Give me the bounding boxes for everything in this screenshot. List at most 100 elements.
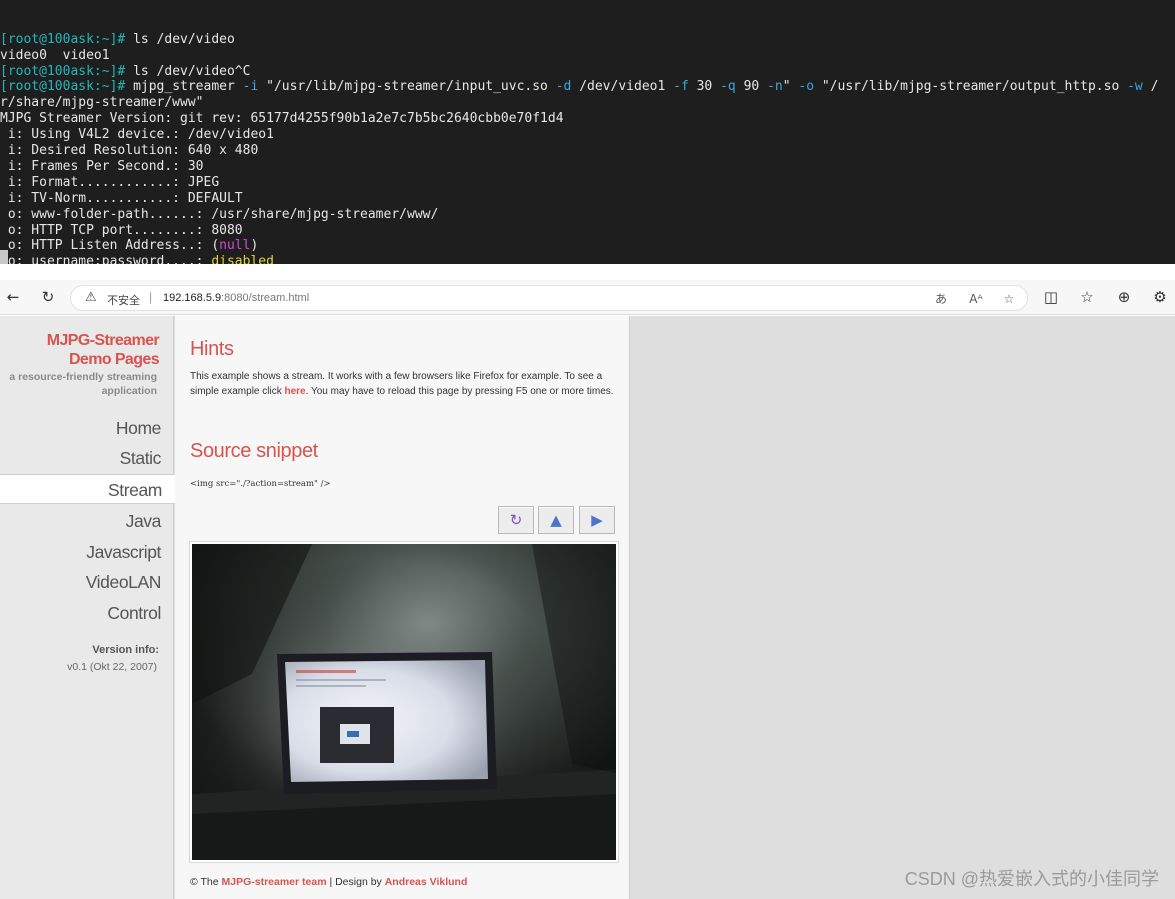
hints-heading: Hints bbox=[190, 338, 234, 360]
version-label: Version info: bbox=[92, 644, 159, 656]
page-footer: © The MJPG-streamer team | Design by And… bbox=[190, 876, 467, 888]
terminal-text: MJPG Streamer Version: git rev: 65177d42… bbox=[0, 111, 564, 127]
terminal-text: -q bbox=[720, 79, 744, 95]
here-link[interactable]: here bbox=[284, 386, 305, 397]
nav-stream[interactable]: Stream bbox=[0, 474, 175, 504]
terminal-text: -w bbox=[1127, 79, 1151, 95]
brand-title-line1: MJPG-Streamer bbox=[46, 332, 160, 349]
terminal-text: -o bbox=[798, 79, 822, 95]
source-snippet-code: <img src="./?action=stream" /> bbox=[190, 479, 331, 489]
url-path: :8080/stream.html bbox=[221, 292, 310, 304]
brand-title-line2: Demo Pages bbox=[68, 351, 160, 368]
terminal-line: [root@100ask:~]# ls /dev/video bbox=[0, 32, 1175, 48]
warning-icon[interactable]: ⚠ bbox=[85, 290, 101, 306]
terminal-line: r/share/mjpg-streamer/www" bbox=[0, 95, 1175, 111]
translate-icon[interactable]: あ bbox=[931, 289, 951, 309]
terminal-text: " bbox=[782, 79, 799, 95]
flip-vertical-button[interactable]: ▲ bbox=[538, 506, 574, 534]
address-separator: | bbox=[149, 290, 153, 304]
terminal-text: -i bbox=[242, 79, 267, 95]
terminal-line: o: HTTP Listen Address..: (null) bbox=[0, 238, 1175, 254]
favorites-icon[interactable]: ☆ bbox=[1077, 287, 1097, 307]
terminal-line: i: Format............: JPEG bbox=[0, 175, 1175, 191]
terminal-text: ) bbox=[250, 238, 259, 254]
terminal-text: 90 bbox=[743, 79, 768, 95]
terminal-text: / bbox=[1150, 79, 1159, 95]
terminal-line: i: Desired Resolution: 640 x 480 bbox=[0, 143, 1175, 159]
split-screen-icon[interactable]: ◫ bbox=[1041, 287, 1061, 307]
terminal-text: disabled bbox=[211, 254, 274, 264]
favorite-star-icon[interactable]: ☆ bbox=[999, 289, 1019, 309]
terminal-text: "/usr/lib/mjpg-streamer/output_http.so bbox=[821, 79, 1128, 95]
hints-text-2: . You may have to reload this page by pr… bbox=[305, 386, 614, 398]
terminal-text: ls /dev/video^C bbox=[133, 63, 251, 79]
terminal-text: 30 bbox=[696, 79, 721, 95]
terminal-text: o: HTTP Listen Address..: ( bbox=[0, 238, 220, 254]
address-bar[interactable]: ⚠ 不安全 | 192.168.5.9:8080/stream.html あ A… bbox=[70, 285, 1028, 311]
terminal-text: i: TV-Norm...........: DEFAULT bbox=[0, 190, 243, 206]
terminal-text: o: username:password....: bbox=[0, 254, 212, 264]
hints-paragraph: This example shows a stream. It works wi… bbox=[190, 369, 620, 400]
nav-javascript[interactable]: Javascript bbox=[0, 537, 174, 567]
terminal-line: MJPG Streamer Version: git rev: 65177d42… bbox=[0, 111, 1175, 127]
footer-mid: | Design by bbox=[326, 876, 385, 888]
terminal-text: o: HTTP TCP port........: 8080 bbox=[0, 222, 243, 238]
terminal-text: o: www-folder-path......: /usr/share/mjp… bbox=[0, 206, 439, 222]
footer-team-link[interactable]: MJPG-streamer team bbox=[221, 876, 326, 888]
terminal-text: i: Frames Per Second.: 30 bbox=[0, 158, 204, 174]
camera-frame-image bbox=[192, 544, 616, 860]
terminal-line: o: HTTP TCP port........: 8080 bbox=[0, 223, 1175, 239]
main-content: Hints This example shows a stream. It wo… bbox=[175, 316, 630, 899]
terminal-line: o: username:password....: disabled bbox=[0, 254, 1175, 264]
footer-prefix: © The bbox=[190, 876, 222, 888]
nav-java[interactable]: Java bbox=[0, 506, 174, 536]
flip-vertical-icon: ▲ bbox=[550, 511, 562, 529]
nav-videolan[interactable]: VideoLAN bbox=[0, 567, 174, 597]
terminal-text: -f bbox=[673, 79, 697, 95]
url-host: 192.168.5.9 bbox=[163, 292, 222, 304]
terminal-line: i: Frames Per Second.: 30 bbox=[0, 159, 1175, 175]
terminal-line: video0 video1 bbox=[0, 48, 1175, 64]
insecure-label[interactable]: 不安全 bbox=[107, 292, 140, 308]
terminal-text: [root@100ask:~]# bbox=[0, 63, 134, 79]
flip-horizontal-button[interactable]: ▶ bbox=[579, 506, 615, 534]
terminal-text: ls /dev/video bbox=[133, 31, 235, 47]
brand-tagline: a resource-friendly streaming applicatio… bbox=[9, 371, 157, 397]
terminal-text: video0 video1 bbox=[0, 47, 110, 63]
terminal-line: i: TV-Norm...........: DEFAULT bbox=[0, 191, 1175, 207]
terminal-text: [root@100ask:~]# bbox=[0, 31, 134, 47]
watermark-text: CSDN @热爱嵌入式的小佳同学 bbox=[904, 869, 1159, 889]
url-text[interactable]: 192.168.5.9:8080/stream.html bbox=[163, 292, 309, 304]
terminal-output: [root@100ask:~]# ls /dev/video video0 vid… bbox=[0, 32, 1175, 264]
terminal-window[interactable]: [root@100ask:~]# ls /dev/video video0 vid… bbox=[0, 0, 1175, 264]
terminal-line: i: Using V4L2 device.: /dev/video1 bbox=[0, 127, 1175, 143]
collections-icon[interactable]: ⊕ bbox=[1114, 287, 1134, 307]
terminal-text: i: Format............: JPEG bbox=[0, 174, 220, 190]
browser-toolbar: ← ↻ ⚠ 不安全 | 192.168.5.9:8080/stream.html… bbox=[0, 280, 1175, 315]
terminal-text: -d bbox=[555, 79, 580, 95]
web-page: MJPG-Streamer Demo Pages a resource-frie… bbox=[0, 316, 1175, 899]
version-value: v0.1 (Okt 22, 2007) bbox=[67, 661, 157, 673]
nav-control[interactable]: Control bbox=[0, 598, 174, 628]
footer-author-link[interactable]: Andreas Viklund bbox=[385, 876, 468, 888]
flip-horizontal-icon: ▶ bbox=[591, 511, 603, 529]
terminal-text: "/usr/lib/mjpg-streamer/input_uvc.so bbox=[266, 79, 556, 95]
terminal-cursor bbox=[0, 250, 8, 264]
extensions-icon[interactable]: ⚙ bbox=[1150, 287, 1170, 307]
sidebar: MJPG-Streamer Demo Pages a resource-frie… bbox=[0, 316, 175, 899]
terminal-text: -n bbox=[767, 79, 783, 95]
nav-home[interactable]: Home bbox=[0, 413, 174, 443]
terminal-text: i: Using V4L2 device.: /dev/video1 bbox=[0, 127, 274, 143]
read-aloud-icon[interactable]: A͏ᴬ bbox=[966, 289, 986, 309]
video-stream bbox=[190, 542, 618, 862]
nav-static[interactable]: Static bbox=[0, 443, 174, 473]
terminal-line: [root@100ask:~]# mjpg_streamer -i "/usr/… bbox=[0, 79, 1175, 95]
rotate-button[interactable]: ↻ bbox=[498, 506, 534, 534]
terminal-text: null bbox=[219, 238, 251, 254]
rotate-icon: ↻ bbox=[509, 511, 523, 529]
back-icon[interactable]: ← bbox=[3, 287, 23, 307]
terminal-text: /dev/video1 bbox=[579, 79, 674, 95]
window-gap bbox=[0, 264, 1175, 280]
terminal-text: [root@100ask:~]# bbox=[0, 79, 134, 95]
reload-icon[interactable]: ↻ bbox=[38, 287, 58, 307]
